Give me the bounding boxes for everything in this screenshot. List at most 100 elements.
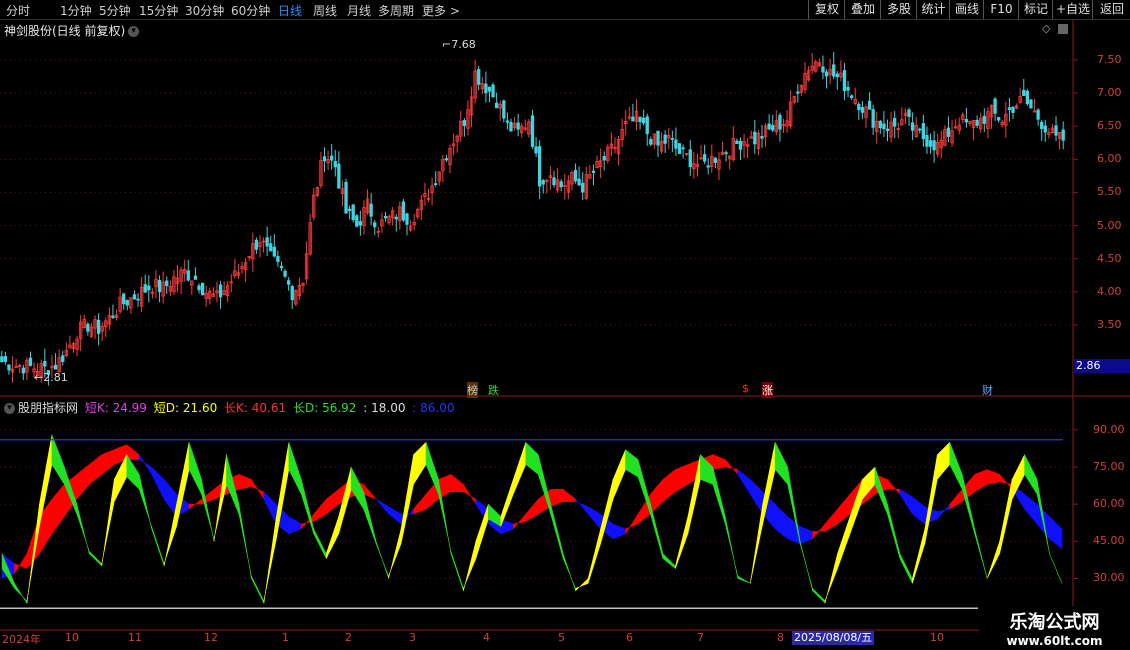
short-band-segment: [413, 441, 427, 486]
candle-body: [702, 154, 707, 162]
candle-body: [946, 127, 951, 137]
long-band-segment: [550, 489, 564, 507]
candle-body: [577, 178, 581, 186]
price-tick-label: 6.00: [1097, 152, 1122, 166]
candle-body: [276, 256, 280, 262]
short-band-segment: [912, 528, 926, 584]
short-band-segment: [1024, 454, 1038, 496]
candle-body: [434, 183, 438, 185]
badge-dollar[interactable]: $: [742, 382, 749, 395]
date-tick-label: 4: [483, 631, 490, 644]
badge-die[interactable]: 跌: [488, 382, 499, 398]
candle-body: [882, 123, 886, 130]
long-band-segment: [587, 506, 601, 530]
candle-body: [910, 122, 915, 131]
short-band-segment: [350, 466, 364, 510]
price-tick-label: 6.50: [1097, 119, 1122, 133]
candle-body: [7, 364, 11, 371]
candle-body: [1011, 106, 1015, 113]
high-label: 7.68: [451, 38, 476, 51]
long-band-segment: [138, 453, 152, 476]
candle-body: [200, 282, 205, 296]
long-band-segment: [388, 506, 402, 525]
indicator-tick-label: 90.00: [1093, 422, 1125, 436]
long-band-segment: [188, 498, 202, 510]
candle-body: [706, 165, 710, 168]
long-band-segment: [837, 493, 851, 525]
short-band-segment: [51, 434, 65, 486]
short-band-segment: [550, 504, 564, 559]
candle-body: [272, 246, 276, 257]
candle-body: [347, 208, 352, 211]
candle-body: [157, 279, 162, 293]
long-band-segment: [251, 478, 265, 501]
long-band-segment: [562, 488, 576, 502]
candle-body: [394, 216, 398, 220]
current-price: 2.86: [1076, 359, 1101, 372]
candle-body: [1025, 90, 1030, 105]
indicator-chevron-icon[interactable]: ▾: [4, 403, 15, 414]
current-price-box: 2.86: [1074, 359, 1130, 373]
long-band-segment: [1024, 493, 1038, 525]
candle-body: [918, 128, 922, 131]
candle-body: [505, 120, 510, 123]
candle-body: [670, 138, 675, 140]
candle-body: [186, 270, 190, 281]
long-band-segment: [675, 464, 689, 493]
candle-body: [111, 315, 115, 318]
candle-body: [735, 140, 739, 144]
candle-body: [663, 134, 667, 144]
candle-body: [796, 91, 800, 94]
candle-body: [857, 104, 861, 111]
candle-body: [122, 293, 126, 305]
candle-body: [1054, 125, 1058, 136]
candle-body: [330, 155, 334, 161]
date-tick-label: 11: [128, 631, 142, 644]
badge-zhang[interactable]: 涨: [762, 382, 773, 398]
short-band-segment: [587, 528, 601, 584]
price-tick-label: 5.00: [1097, 218, 1122, 232]
candle-body: [631, 116, 635, 122]
candle-body: [975, 119, 979, 126]
candle-body: [136, 298, 140, 301]
candle-body: [674, 139, 678, 149]
candle-body: [932, 140, 936, 151]
short-band-segment: [450, 551, 464, 591]
candle-body: [86, 323, 90, 332]
candle-body: [344, 181, 348, 214]
long-band-segment: [887, 478, 901, 495]
short-band-segment: [363, 491, 377, 544]
candle-body: [444, 158, 449, 161]
low-marker: ←2.81: [34, 371, 68, 384]
short-band-segment: [463, 541, 477, 591]
candle-body: [581, 182, 585, 193]
candle-body: [602, 156, 606, 161]
candle-body: [893, 117, 897, 127]
long-band-segment: [824, 508, 838, 532]
date-tick-label: 5: [558, 631, 565, 644]
candle-body: [753, 131, 757, 145]
candle-body: [358, 221, 363, 226]
badge-cai[interactable]: 财: [982, 382, 993, 398]
long-band-segment: [163, 478, 177, 518]
short-band-segment: [899, 553, 913, 584]
candle-body: [405, 213, 409, 225]
candle-body: [484, 83, 488, 94]
badge-bang[interactable]: 榜: [467, 382, 478, 398]
long-band-segment: [999, 473, 1013, 490]
candle-body: [147, 285, 151, 291]
candles-group: [0, 51, 1065, 386]
short-band-segment: [799, 541, 813, 591]
long-band-segment: [749, 478, 763, 515]
candle-body: [530, 115, 535, 147]
candle-body: [681, 147, 685, 150]
price-tick-label: 7.50: [1097, 52, 1122, 66]
short-band-segment: [500, 479, 514, 527]
short-band-segment: [513, 442, 527, 495]
short-band-segment: [176, 442, 190, 527]
long-band-segment: [525, 498, 539, 522]
long-band-segment: [76, 463, 90, 500]
long-band-segment: [986, 469, 1000, 485]
candle-body: [688, 149, 692, 168]
candle-body: [218, 284, 223, 298]
